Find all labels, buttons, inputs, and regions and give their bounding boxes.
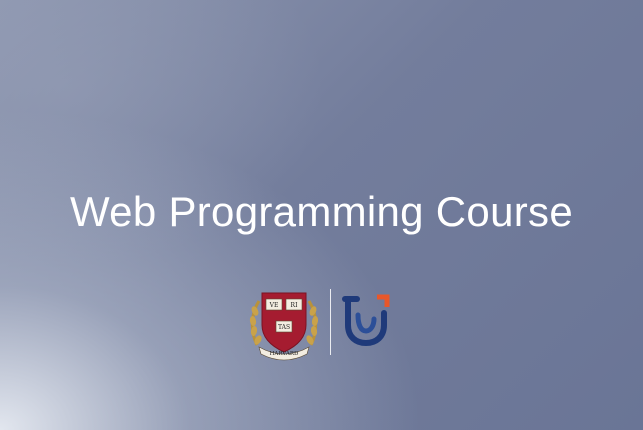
partner-mark-stem: [345, 296, 387, 347]
book-word-ri: RI: [291, 302, 299, 309]
logo-divider: [330, 289, 331, 355]
book-word-ve: VE: [269, 302, 279, 309]
harvard-shield-icon: VE RI TAS HARVARD: [249, 292, 319, 361]
ribbon-text: HARVARD: [270, 351, 299, 357]
book-word-tas: TAS: [278, 324, 290, 331]
slide-title: Web Programming Course: [69, 188, 573, 235]
partner-brand-icon: [342, 294, 390, 347]
logo-row: VE RI TAS HARVARD: [0, 283, 643, 363]
course-title-slide: Web Programming Course VE RI TAS HARVARD: [0, 0, 643, 430]
partner-accent: [377, 294, 390, 307]
partner-mark-inner: [355, 312, 377, 334]
